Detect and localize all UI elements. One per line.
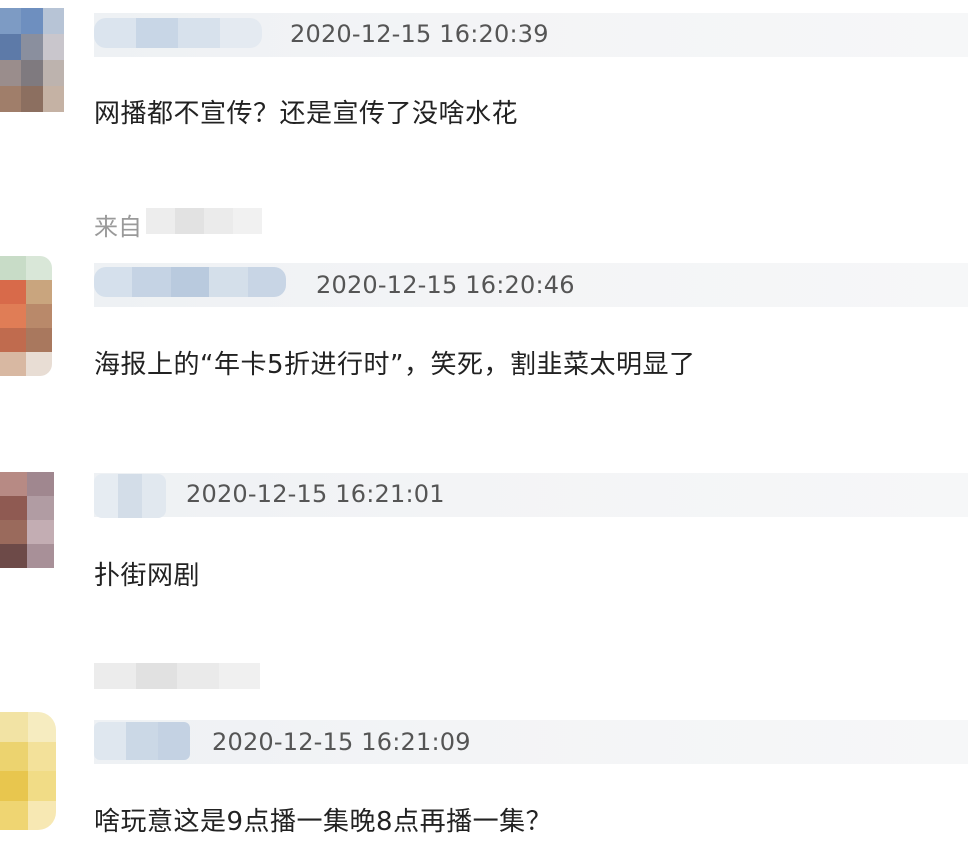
comment-text: 扑街网剧 [94, 561, 201, 591]
comment-item: 2020-12-15 16:21:09 啥玩意这是9点播一集晚8点再播一集？ [0, 700, 968, 852]
comment-item: 2020-12-15 16:20:39 网播都不宣传？还是宣传了没啥水花 来自 [0, 0, 968, 250]
source-app-blurred[interactable] [94, 663, 260, 689]
avatar[interactable] [0, 472, 54, 568]
comment-item: 2020-12-15 16:20:46 海报上的“年卡5折进行时”，笑死，割韭菜… [0, 250, 968, 450]
username-blurred[interactable] [94, 267, 286, 297]
timestamp: 2020-12-15 16:21:09 [212, 728, 471, 756]
timestamp: 2020-12-15 16:21:01 [186, 480, 445, 508]
comment-text: 啥玩意这是9点播一集晚8点再播一集？ [94, 807, 553, 837]
timestamp: 2020-12-15 16:20:46 [316, 271, 575, 299]
timestamp: 2020-12-15 16:20:39 [290, 20, 549, 48]
avatar[interactable] [0, 8, 64, 112]
username-blurred[interactable] [94, 474, 166, 518]
comment-text: 海报上的“年卡5折进行时”，笑死，割韭菜太明显了 [94, 350, 696, 380]
username-blurred[interactable] [94, 722, 190, 760]
avatar[interactable] [0, 712, 56, 830]
source-label: 来自 [94, 213, 142, 241]
comment-item: 2020-12-15 16:21:01 扑街网剧 [0, 450, 968, 700]
username-blurred[interactable] [94, 18, 262, 48]
source-app-blurred[interactable] [146, 208, 262, 234]
avatar[interactable] [0, 256, 52, 376]
comment-text: 网播都不宣传？还是宣传了没啥水花 [94, 99, 519, 129]
